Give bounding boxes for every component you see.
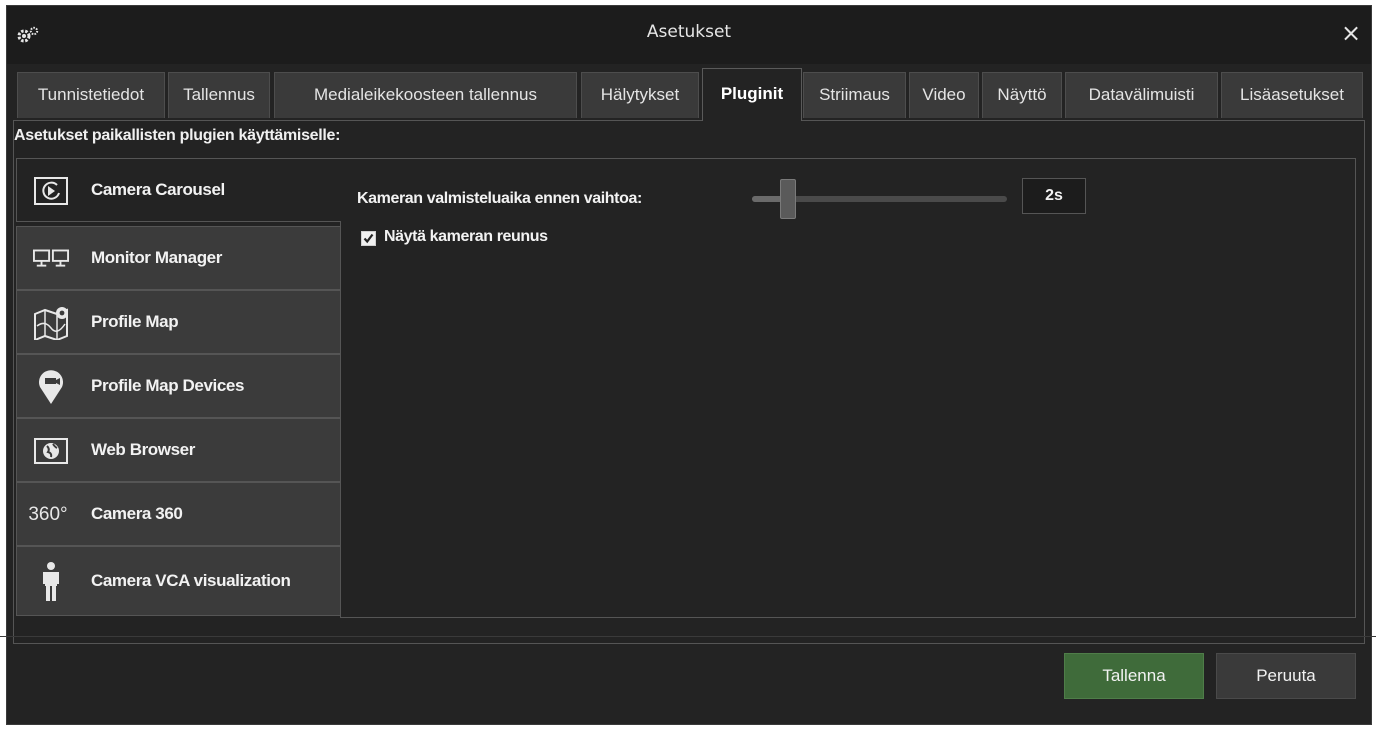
slider-value-box[interactable]: 2s xyxy=(1022,178,1086,214)
tab-striimaus[interactable]: Striimaus xyxy=(803,72,906,118)
plugin-label: Camera 360 xyxy=(91,504,183,523)
checkbox-checked-icon[interactable] xyxy=(361,231,376,246)
camera-360-icon-text: 360° xyxy=(28,504,68,525)
plugin-item-camera-vca-visualization[interactable]: Camera VCA visualization xyxy=(16,546,341,616)
plugin-item-web-browser[interactable]: Web Browser xyxy=(16,418,341,482)
switch-delay-slider[interactable] xyxy=(752,179,1007,219)
plugin-label: Web Browser xyxy=(91,440,195,459)
person-icon xyxy=(33,561,69,603)
globe-icon xyxy=(33,433,69,469)
slider-handle[interactable] xyxy=(779,179,796,219)
plugin-item-profile-map[interactable]: Profile Map xyxy=(16,290,341,354)
plugin-item-camera-carousel[interactable]: Camera Carousel xyxy=(16,158,341,222)
camera-360-icon: 360° xyxy=(23,497,73,533)
footer-divider xyxy=(0,636,1376,637)
checkbox-label: Näytä kameran reunus xyxy=(384,228,548,245)
plugin-item-monitor-manager[interactable]: Monitor Manager xyxy=(16,226,341,290)
tab-datavalimuisti[interactable]: Datavälimuisti xyxy=(1065,72,1218,118)
plugin-label: Monitor Manager xyxy=(91,248,222,267)
tab-halytykset[interactable]: Hälytykset xyxy=(581,72,699,118)
plugin-item-camera-360[interactable]: 360° Camera 360 xyxy=(16,482,341,546)
tab-video[interactable]: Video xyxy=(909,72,979,118)
tab-lisaasetukset[interactable]: Lisäasetukset xyxy=(1221,72,1363,118)
monitors-icon xyxy=(33,241,69,277)
slider-label: Kameran valmisteluaika ennen vaihtoa: xyxy=(357,190,642,207)
tab-tunnistetiedot[interactable]: Tunnistetiedot xyxy=(17,72,165,118)
cancel-button[interactable]: Peruuta xyxy=(1216,653,1356,699)
plugin-label: Camera VCA visualization xyxy=(91,571,291,590)
tab-tallennus[interactable]: Tallennus xyxy=(168,72,270,118)
tab-pluginit[interactable]: Pluginit xyxy=(702,68,802,121)
plugin-list: Camera Carousel Monitor Manager Profile … xyxy=(16,158,341,618)
plugin-label: Profile Map Devices xyxy=(91,376,245,395)
tab-naytto[interactable]: Näyttö xyxy=(982,72,1062,118)
section-title: Asetukset paikallisten plugien käyttämis… xyxy=(14,127,341,144)
plugin-label: Camera Carousel xyxy=(91,180,225,199)
plugin-label: Profile Map xyxy=(91,312,179,331)
close-button[interactable]: × xyxy=(1339,20,1363,46)
map-icon xyxy=(33,305,69,341)
save-button[interactable]: Tallenna xyxy=(1064,653,1204,699)
plugin-item-profile-map-devices[interactable]: Profile Map Devices xyxy=(16,354,341,418)
window-title: Asetukset xyxy=(646,22,732,42)
tab-medialeikekoosteen-tallennus[interactable]: Medialeikekoosteen tallennus xyxy=(274,72,577,118)
camera-carousel-icon xyxy=(33,173,69,209)
map-pin-camera-icon xyxy=(33,369,69,405)
title-bar: Asetukset × xyxy=(7,6,1371,64)
plugin-settings-panel xyxy=(340,158,1356,618)
